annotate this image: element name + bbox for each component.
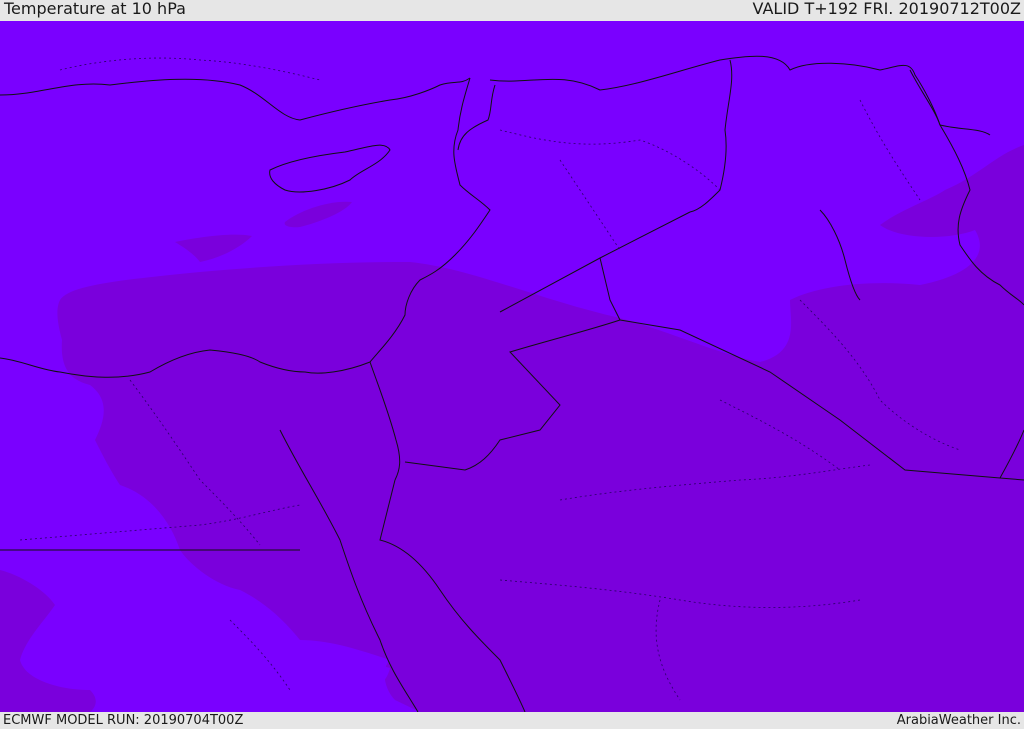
map-canvas [0, 21, 1024, 713]
weather-map [0, 21, 1024, 713]
valid-time: VALID T+192 FRI. 20190712T00Z [752, 0, 1021, 18]
map-header: Temperature at 10 hPa VALID T+192 FRI. 2… [0, 0, 1024, 21]
map-title: Temperature at 10 hPa [4, 0, 186, 18]
brand-label: ArabiaWeather Inc. [896, 713, 1021, 728]
map-footer: ECMWF MODEL RUN: 20190704T00Z ArabiaWeat… [0, 712, 1024, 729]
model-run-label: ECMWF MODEL RUN: 20190704T00Z [3, 713, 244, 728]
